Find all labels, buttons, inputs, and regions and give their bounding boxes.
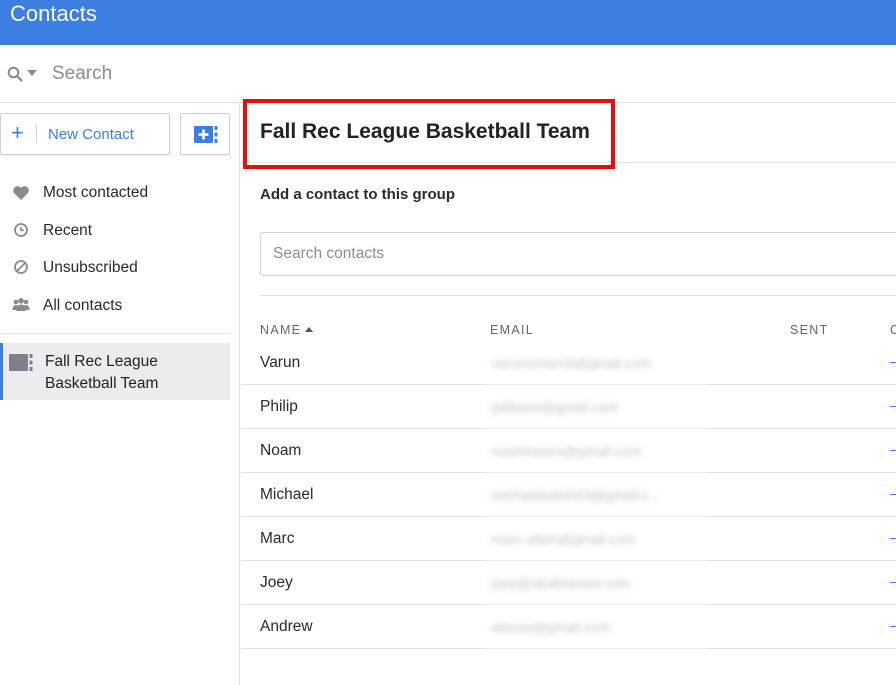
contact-email: aleuve@gmail.com (491, 619, 611, 635)
add-group-icon (194, 126, 218, 143)
row-action-icon[interactable] (890, 626, 896, 627)
contact-email: marc.sillen@gmail.com (491, 531, 636, 547)
contact-search-input[interactable] (260, 232, 896, 276)
contact-email: noamhaves@gmail.com (491, 443, 642, 459)
sidebar-item-most-contacted[interactable]: Most contacted (0, 175, 239, 213)
highlight-annotation (243, 99, 615, 169)
app-title: Contacts (10, 1, 97, 26)
search-options-caret-icon[interactable] (27, 70, 37, 76)
contact-name: Philip (260, 398, 298, 415)
sort-ascending-icon (305, 327, 314, 332)
clock-icon (14, 222, 28, 237)
button-divider (36, 125, 37, 143)
table-row[interactable]: Joey joey@strathanser.com (241, 561, 896, 605)
group-label: Fall Rec League Basketball Team (45, 353, 159, 392)
column-header-email[interactable]: EMAIL (490, 323, 534, 337)
plus-icon: + (11, 120, 24, 145)
row-action-icon[interactable] (890, 406, 896, 407)
contact-name: Noam (260, 442, 302, 459)
sidebar-item-unsubscribed[interactable]: Unsubscribed (0, 250, 239, 288)
contact-name: Andrew (260, 618, 313, 635)
table-divider (260, 295, 896, 296)
contact-name: Joey (260, 574, 293, 591)
new-group-button[interactable] (180, 113, 230, 155)
search-bar (0, 45, 896, 103)
contact-name: Marc (260, 530, 295, 547)
row-action-icon[interactable] (890, 494, 896, 495)
contact-email: p4lbonn@gmail.com (491, 399, 619, 415)
table-header: NAME EMAIL SENT C (260, 323, 896, 341)
sidebar-item-group[interactable]: Fall Rec League Basketball Team (0, 343, 230, 400)
column-header-sent[interactable]: SENT (790, 323, 829, 337)
contacts-app: Contacts + New Contact (0, 0, 896, 685)
sidebar-item-label: All contacts (43, 296, 123, 314)
contact-name: Michael (260, 486, 314, 503)
column-header-name[interactable]: NAME (260, 323, 314, 337)
sidebar-item-label: Unsubscribed (43, 259, 138, 276)
heart-icon (13, 186, 29, 200)
sidebar-item-all-contacts[interactable]: All contacts (0, 288, 239, 326)
row-action-icon[interactable] (890, 450, 896, 451)
column-header-extra[interactable]: C (890, 323, 896, 337)
sidebar: + New Contact Most contacted Recent Unsu… (0, 103, 240, 685)
app-header: Contacts (0, 0, 896, 45)
table-row[interactable]: Noam noamhaves@gmail.com (241, 429, 896, 473)
row-action-icon[interactable] (890, 538, 896, 539)
sidebar-item-label: Most contacted (43, 184, 149, 201)
block-icon (14, 260, 28, 274)
row-action-icon[interactable] (890, 582, 896, 583)
table-row[interactable]: Michael michaelwalsh63@gmail.c... (241, 473, 896, 517)
table-row[interactable]: Marc marc.sillen@gmail.com (241, 517, 896, 561)
add-contact-heading: Add a contact to this group (260, 186, 455, 203)
contact-email: joey@strathanser.com (491, 575, 631, 591)
search-icon[interactable] (7, 66, 23, 82)
people-icon (12, 297, 30, 311)
sidebar-divider (0, 333, 231, 334)
new-contact-label: New Contact (48, 126, 134, 143)
sidebar-nav: Most contacted Recent Unsubscribed All c… (0, 175, 239, 325)
table-row[interactable]: Andrew aleuve@gmail.com (241, 605, 896, 649)
contact-email: michaelwalsh63@gmail.c... (491, 487, 661, 503)
group-detail: Fall Rec League Basketball Team Add a co… (241, 99, 896, 685)
table-row[interactable]: Philip p4lbonn@gmail.com (241, 385, 896, 429)
contact-email: varunomarn9@gmail.com (491, 355, 652, 371)
search-input[interactable] (52, 59, 452, 89)
table-row[interactable]: Varun varunomarn9@gmail.com (241, 341, 896, 385)
contact-name: Varun (260, 354, 301, 371)
contacts-table: Varun varunomarn9@gmail.com Philip p4lbo… (241, 341, 896, 649)
sidebar-item-label: Recent (43, 221, 93, 239)
row-action-icon[interactable] (890, 362, 896, 363)
new-contact-button[interactable]: + New Contact (0, 113, 170, 155)
sidebar-item-recent[interactable]: Recent (0, 213, 239, 251)
group-icon (9, 354, 33, 371)
column-header-label: NAME (260, 323, 302, 337)
